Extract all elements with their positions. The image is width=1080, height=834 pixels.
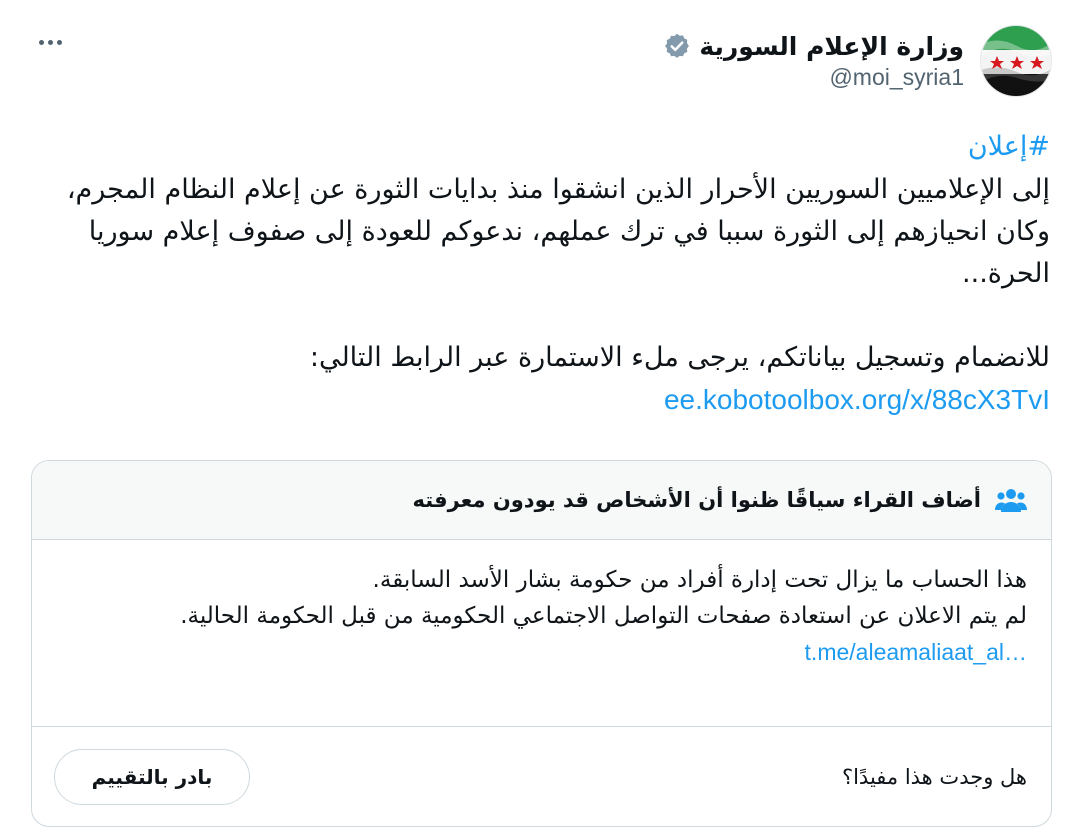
tweet-text: #إعلان إلى الإعلاميين السوريين الأحرار ا… <box>50 126 1050 422</box>
helpful-question: هل وجدت هذا مفيدًا؟ <box>841 764 1027 789</box>
note-line-1: هذا الحساب ما يزال تحت إدارة أفراد من حك… <box>372 567 1027 593</box>
note-line-2: لم يتم الاعلان عن استعادة صفحات التواصل … <box>180 603 1027 629</box>
more-options-button[interactable] <box>34 30 66 54</box>
community-note-header: أضاف القراء سياقًا ظنوا أن الأشخاص قد يو… <box>32 461 1051 540</box>
community-note-title: أضاف القراء سياقًا ظنوا أن الأشخاص قد يو… <box>412 488 981 512</box>
form-link[interactable]: ee.kobotoolbox.org/x/88cX3TvI <box>664 379 1050 421</box>
syria-flag-avatar-image <box>981 26 1051 96</box>
hashtag-link[interactable]: #إعلان <box>50 126 1050 168</box>
rate-it-button[interactable]: بادر بالتقييم <box>54 748 250 805</box>
community-note-footer: بادر بالتقييم هل وجدت هذا مفيدًا؟ <box>32 727 1051 826</box>
avatar[interactable] <box>980 25 1052 97</box>
more-icon <box>38 39 44 45</box>
display-name[interactable]: وزارة الإعلام السورية <box>699 32 964 61</box>
account-name-row: وزارة الإعلام السورية <box>663 26 964 66</box>
people-icon <box>995 489 1027 512</box>
account-handle[interactable]: @moi_syria1 <box>829 64 964 91</box>
tweet-paragraph-2: للانضمام وتسجيل بياناتكم، يرجى ملء الاست… <box>309 342 1050 373</box>
note-source-link[interactable]: t.me/aleamaliaat_al… <box>805 634 1027 670</box>
tweet-paragraph-1: إلى الإعلاميين السوريين الأحرار الذين ان… <box>66 174 1050 289</box>
community-note: أضاف القراء سياقًا ظنوا أن الأشخاص قد يو… <box>31 460 1052 827</box>
community-note-body: هذا الحساب ما يزال تحت إدارة أفراد من حك… <box>32 540 1051 727</box>
verified-badge-icon[interactable] <box>663 32 691 60</box>
